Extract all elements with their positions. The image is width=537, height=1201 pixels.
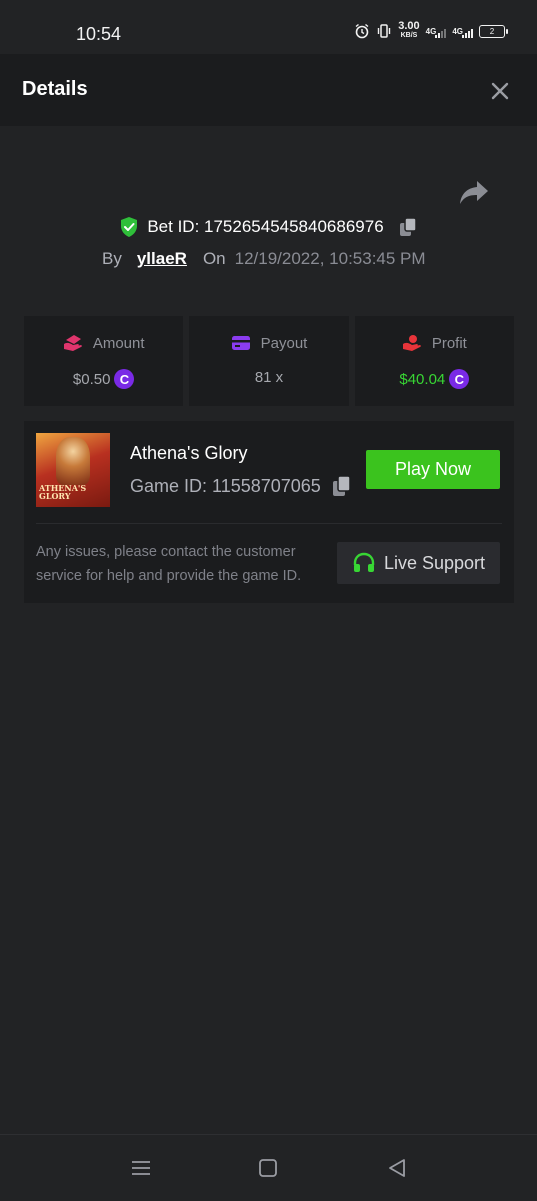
copy-icon[interactable] (332, 475, 352, 497)
signal-2: 4G (452, 27, 473, 38)
speed-value: 3.00 (398, 20, 420, 32)
amount-label: Amount (92, 334, 145, 352)
amount-header: Amount (24, 334, 183, 352)
live-support-button[interactable]: Live Support (337, 542, 500, 584)
by-label: By (102, 249, 122, 268)
profit-label: Profit (431, 334, 467, 352)
alarm-icon (355, 23, 369, 39)
vibrate-icon (378, 24, 391, 38)
support-message: Any issues, please contact the customer … (36, 544, 302, 584)
bet-stats: Amount $0.50 C Payout 81 x Profit $40.04… (24, 316, 514, 406)
home-icon[interactable] (256, 1157, 280, 1179)
payout-value: 81 x (254, 369, 284, 386)
signal-1: 4G (426, 27, 447, 38)
back-icon[interactable] (385, 1157, 409, 1179)
status-icons: 3.00 KB/S 4G 4G 2 (354, 20, 508, 40)
coins-hand-icon (402, 335, 421, 351)
status-bar: 10:54 3.00 KB/S 4G 4G 2 (0, 0, 537, 54)
thumbnail-logo-text: ATHENA'S GLORY (39, 483, 87, 501)
bet-id: Bet ID: 1752654545840686976 (147, 217, 384, 236)
bet-datetime: 12/19/2022, 10:53:45 PM (234, 249, 426, 268)
game-title: Athena's Glory (130, 443, 248, 463)
amount-value: $0.50 (72, 370, 111, 388)
copy-icon[interactable] (398, 217, 418, 237)
bet-id-row: Bet ID: 1752654545840686976 (0, 216, 537, 238)
game-card: ATHENA'S GLORY Athena's Glory Game ID: 1… (24, 421, 514, 603)
play-now-button[interactable]: Play Now (366, 450, 500, 489)
coin-icon: C (449, 369, 470, 389)
close-icon[interactable] (489, 80, 511, 102)
headset-icon (353, 552, 375, 572)
on-label: On (202, 249, 226, 268)
payout-header: Payout (189, 334, 348, 352)
battery-icon: 2 (479, 24, 508, 38)
payout-value-row: 81 x (189, 369, 348, 386)
battery-level: 2 (489, 26, 495, 36)
coin-icon: C (114, 369, 135, 389)
profit-value: $40.04 (399, 370, 446, 388)
money-hand-icon (63, 335, 82, 351)
card-icon (231, 336, 250, 350)
profit-header: Profit (355, 334, 514, 352)
live-support-label: Live Support (383, 552, 486, 573)
network-speed: 3.00 KB/S (398, 20, 420, 40)
game-id: Game ID: 11558707065 (130, 476, 321, 496)
divider (36, 523, 502, 524)
menu-icon[interactable] (129, 1157, 153, 1179)
page-title: Details (22, 78, 88, 100)
details-header: Details (0, 54, 537, 126)
status-time: 10:54 (76, 24, 122, 44)
game-thumbnail[interactable]: ATHENA'S GLORY (36, 433, 110, 507)
thumbnail-figure (56, 437, 90, 485)
profit-value-row: $40.04 C (355, 369, 514, 389)
signal-bars-icon (435, 28, 447, 38)
amount-card: Amount $0.50 C (24, 316, 184, 406)
system-nav-bar (0, 1134, 537, 1201)
share-icon[interactable] (459, 179, 489, 205)
bet-author-row: By yllaeR On 12/19/2022, 10:53:45 PM (102, 249, 426, 269)
amount-value-row: $0.50 C (24, 369, 183, 389)
speed-unit: KB/S (400, 32, 418, 39)
verified-shield-icon (121, 217, 138, 237)
payout-label: Payout (260, 334, 308, 352)
profit-card: Profit $40.04 C (354, 316, 514, 406)
signal-bars-icon (462, 28, 473, 38)
payout-card: Payout 81 x (189, 316, 349, 406)
username-link[interactable]: yllaeR (137, 249, 187, 269)
